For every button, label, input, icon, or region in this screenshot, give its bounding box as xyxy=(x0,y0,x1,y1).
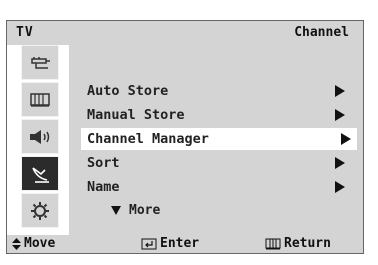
setup-gear-icon xyxy=(31,201,49,220)
channel-menu: Auto Store Manual Store Channel Manager … xyxy=(69,45,363,235)
osd-section-title: Channel xyxy=(294,25,349,40)
menu-item-label: Auto Store xyxy=(87,83,169,99)
right-arrow-icon xyxy=(341,133,351,145)
footer-enter-label: Enter xyxy=(160,236,200,251)
more-button[interactable]: More xyxy=(111,203,160,218)
right-arrow-icon xyxy=(335,85,345,97)
tv-osd-frame: TV Channel Auto Store Manual Store Chann… xyxy=(6,20,364,254)
sound-icon xyxy=(30,129,50,144)
picture-icon xyxy=(30,92,50,107)
up-down-arrows-icon xyxy=(12,237,21,250)
enter-icon xyxy=(141,238,157,249)
footer-return-label: Return xyxy=(284,236,331,251)
right-arrow-icon xyxy=(335,157,345,169)
menu-item-label: Channel Manager xyxy=(87,131,209,147)
sidebar-item-sound[interactable] xyxy=(21,119,59,154)
menu-item-label: Name xyxy=(87,179,120,195)
menu-item-label: Manual Store xyxy=(87,107,185,123)
sidebar-item-picture[interactable] xyxy=(21,82,59,117)
footer-move: Move xyxy=(12,236,55,251)
input-plug-icon xyxy=(31,56,50,69)
channel-antenna-icon xyxy=(32,166,49,183)
menu-item-sort[interactable]: Sort xyxy=(87,152,351,174)
footer-move-label: Move xyxy=(24,236,56,251)
right-arrow-icon xyxy=(335,181,345,193)
menu-item-label: Sort xyxy=(87,155,120,171)
more-label: More xyxy=(129,203,161,218)
sidebar-item-channel[interactable] xyxy=(21,156,59,191)
footer-return: Return xyxy=(265,236,331,251)
sidebar-icons xyxy=(21,45,61,235)
menu-item-name[interactable]: Name xyxy=(87,176,351,198)
osd-footer: Move Enter Return xyxy=(7,235,363,253)
sidebar-item-setup[interactable] xyxy=(21,193,59,228)
menu-item-auto-store[interactable]: Auto Store xyxy=(87,80,351,102)
osd-header: TV Channel xyxy=(7,21,363,45)
footer-enter: Enter xyxy=(141,236,199,251)
menu-item-manual-store[interactable]: Manual Store xyxy=(87,104,351,126)
right-arrow-icon xyxy=(335,109,345,121)
menu-item-channel-manager[interactable]: Channel Manager xyxy=(81,128,357,150)
osd-title-tv: TV xyxy=(16,25,34,40)
sidebar-item-input[interactable] xyxy=(21,45,59,80)
down-arrow-icon xyxy=(111,206,121,215)
menu-return-icon xyxy=(265,238,281,249)
